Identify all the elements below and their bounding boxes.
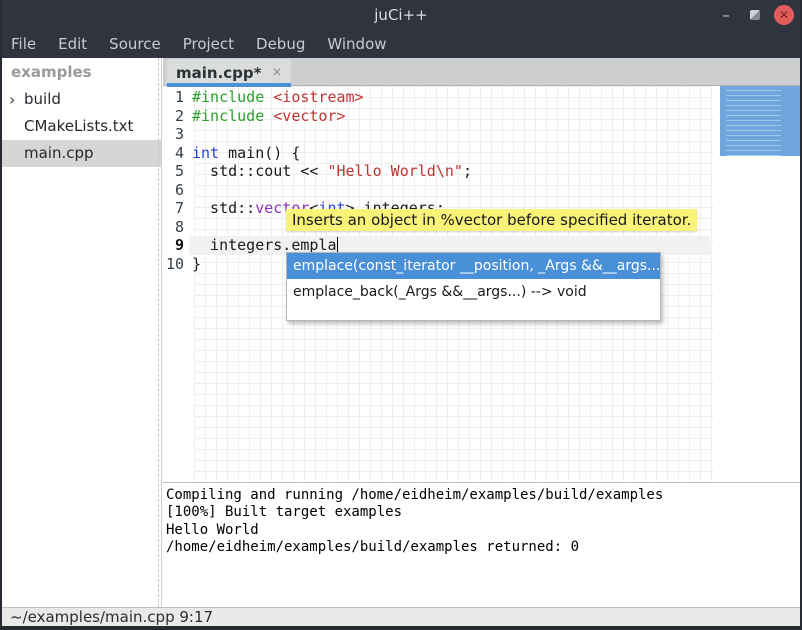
line-number: 9 (163, 236, 189, 255)
close-icon: ✕ (779, 8, 789, 22)
code-token: std:: (192, 199, 255, 217)
minimap-visible-region[interactable] (720, 86, 800, 156)
window-controls: – ✕ (716, 0, 794, 30)
text-cursor (337, 237, 338, 252)
completion-item-1[interactable]: emplace_back(_Args &&__args...) --> void (287, 279, 660, 305)
code-line-4[interactable]: 4int main() { (163, 144, 710, 163)
line-number: 2 (163, 107, 189, 126)
code-token: <iostream> (273, 88, 363, 106)
status-bar: ~/examples/main.cpp 9:17 (2, 607, 800, 626)
window-border-left (0, 0, 2, 630)
line-number: 6 (163, 181, 189, 200)
line-number: 3 (163, 125, 189, 144)
line-number: 4 (163, 144, 189, 163)
code-line-2[interactable]: 2#include <vector> (163, 107, 710, 126)
console-line-0: Compiling and running /home/eidheim/exam… (166, 487, 800, 504)
line-number: 8 (163, 218, 189, 237)
tree-item-main-cpp[interactable]: main.cpp (2, 140, 161, 167)
code-token: "Hello World\n" (327, 162, 462, 180)
tab-label: main.cpp* (176, 64, 261, 82)
code-token (264, 107, 273, 125)
tree-item-label: main.cpp (24, 140, 94, 167)
line-number: 5 (163, 162, 189, 181)
code-token: ; (463, 162, 472, 180)
console-line-1: [100%] Built target examples (166, 504, 800, 521)
code-token: #include (192, 107, 264, 125)
menu-item-debug[interactable]: Debug (245, 30, 316, 58)
active-tab-indicator (167, 83, 291, 87)
code-token: #include (192, 88, 264, 106)
console-line-3: /home/eidheim/examples/build/examples re… (166, 539, 800, 556)
file-tree: › buildCMakeLists.txtmain.cpp (2, 86, 161, 167)
code-text: std::cout << "Hello World\n"; (189, 162, 710, 181)
code-token: <vector> (273, 107, 345, 125)
code-token: } (192, 255, 201, 273)
project-name-header: examples (2, 58, 161, 86)
close-button[interactable]: ✕ (774, 5, 794, 25)
tree-item-cmakelists-txt[interactable]: CMakeLists.txt (2, 113, 161, 140)
code-text (189, 125, 710, 144)
line-number: 7 (163, 199, 189, 218)
code-line-1[interactable]: 1#include <iostream> (163, 88, 710, 107)
app-window: juCi++ – ✕ FileEditSourceProjectDebugWin… (0, 0, 802, 630)
menu-bar: FileEditSourceProjectDebugWindow (0, 30, 802, 58)
tree-item-label: build (24, 86, 61, 113)
autocomplete-popup: emplace(const_iterator __position, _Args… (286, 252, 661, 321)
minimize-button[interactable]: – (716, 6, 736, 24)
menu-item-file[interactable]: File (0, 30, 47, 58)
pane-divider-handle[interactable] (158, 58, 159, 607)
status-file-and-position: ~/examples/main.cpp 9:17 (10, 608, 213, 626)
editor-pane: main.cpp* × 1#include <iostream>2#includ… (163, 58, 800, 607)
code-text: #include <vector> (189, 107, 710, 126)
code-text: int main() { (189, 144, 710, 163)
code-line-3[interactable]: 3 (163, 125, 710, 144)
tree-item-label: CMakeLists.txt (24, 113, 133, 140)
tab-close-icon[interactable]: × (271, 65, 282, 80)
file-tree-sidebar: examples › buildCMakeLists.txtmain.cpp (2, 58, 162, 607)
console-line-2: Hello World (166, 522, 800, 539)
code-token: int (192, 144, 219, 162)
doc-tooltip: Inserts an object in %vector before spec… (286, 209, 697, 231)
title-bar[interactable]: juCi++ – ✕ (0, 0, 802, 30)
doc-tooltip-text: Inserts an object in %vector before spec… (292, 211, 691, 229)
menu-item-source[interactable]: Source (98, 30, 172, 58)
code-token: std::cout << (192, 162, 327, 180)
build-output-console: Compiling and running /home/eidheim/exam… (163, 482, 800, 607)
code-text: #include <iostream> (189, 88, 710, 107)
completion-item-0[interactable]: emplace(const_iterator __position, _Args… (287, 253, 660, 279)
window-border-bottom (0, 626, 802, 630)
tab-bar: main.cpp* × (163, 58, 800, 86)
code-token: main() { (219, 144, 300, 162)
code-token (264, 88, 273, 106)
code-line-5[interactable]: 5 std::cout << "Hello World\n"; (163, 162, 710, 181)
chevron-expand-icon[interactable]: › (9, 86, 15, 113)
code-editor[interactable]: 1#include <iostream>2#include <vector>34… (163, 86, 800, 481)
code-line-6[interactable]: 6 (163, 181, 710, 200)
menu-item-window[interactable]: Window (316, 30, 397, 58)
window-title: juCi++ (374, 6, 427, 24)
line-number: 1 (163, 88, 189, 107)
line-number: 10 (163, 255, 189, 274)
code-lines: 1#include <iostream>2#include <vector>34… (163, 88, 710, 273)
minimap[interactable] (714, 86, 800, 481)
menu-item-edit[interactable]: Edit (47, 30, 98, 58)
menu-item-project[interactable]: Project (172, 30, 245, 58)
tree-item-build[interactable]: › build (2, 86, 161, 113)
restore-icon[interactable] (750, 10, 760, 20)
tab-main-cpp[interactable]: main.cpp* × (167, 59, 291, 86)
code-text (189, 181, 710, 200)
